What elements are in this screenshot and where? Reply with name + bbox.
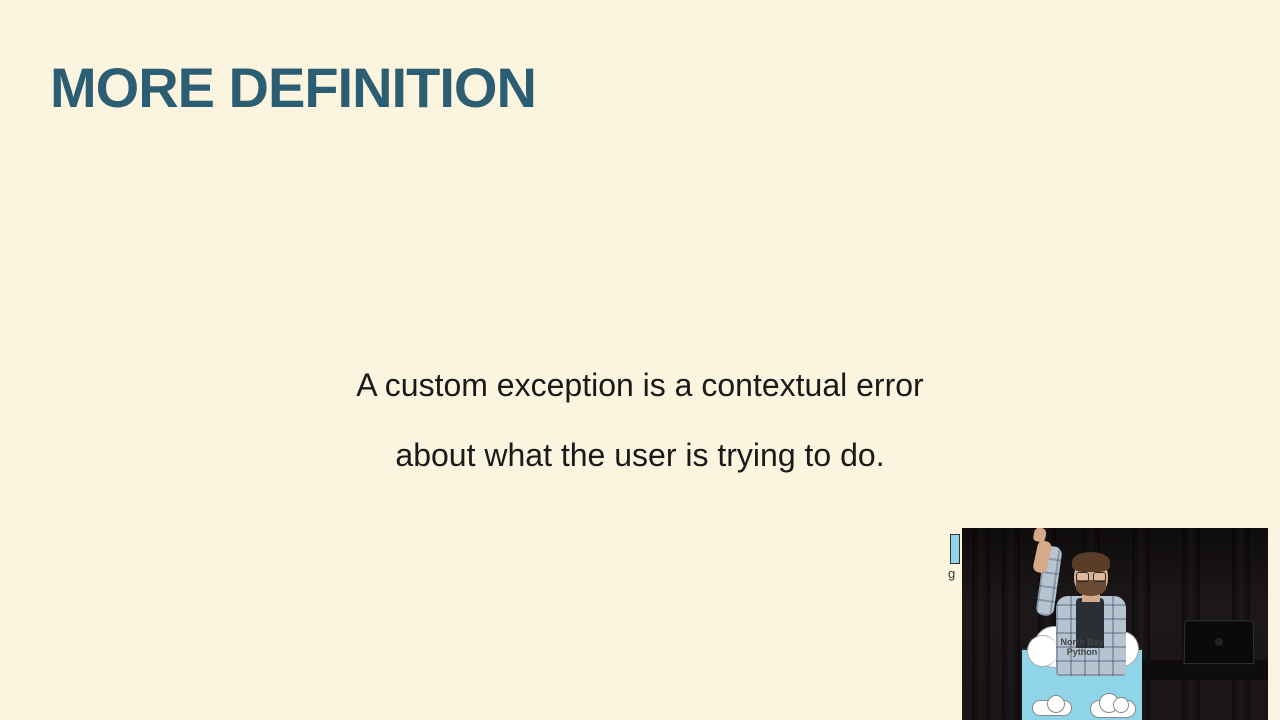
- slide-body-line-2: about what the user is trying to do.: [0, 420, 1280, 490]
- speaker-video-pip: g North Bay Python: [948, 528, 1268, 720]
- pip-background-sliver: g: [948, 528, 962, 720]
- podium-label-line-1: North Bay: [1060, 637, 1103, 647]
- slide-body: A custom exception is a contextual error…: [0, 350, 1280, 491]
- cloud-icon: [1090, 700, 1136, 718]
- pip-sliver-char: g: [948, 566, 955, 581]
- glasses-icon: [1076, 572, 1106, 580]
- pip-sliver-tab: [950, 534, 960, 564]
- slide-title: MORE DEFINITION: [50, 55, 536, 120]
- laptop-icon: [1184, 620, 1255, 664]
- podium-label-line-2: Python: [1067, 647, 1098, 657]
- cloud-icon: [1032, 700, 1072, 716]
- slide-body-line-1: A custom exception is a contextual error: [0, 350, 1280, 420]
- speaker-figure: [1046, 538, 1136, 688]
